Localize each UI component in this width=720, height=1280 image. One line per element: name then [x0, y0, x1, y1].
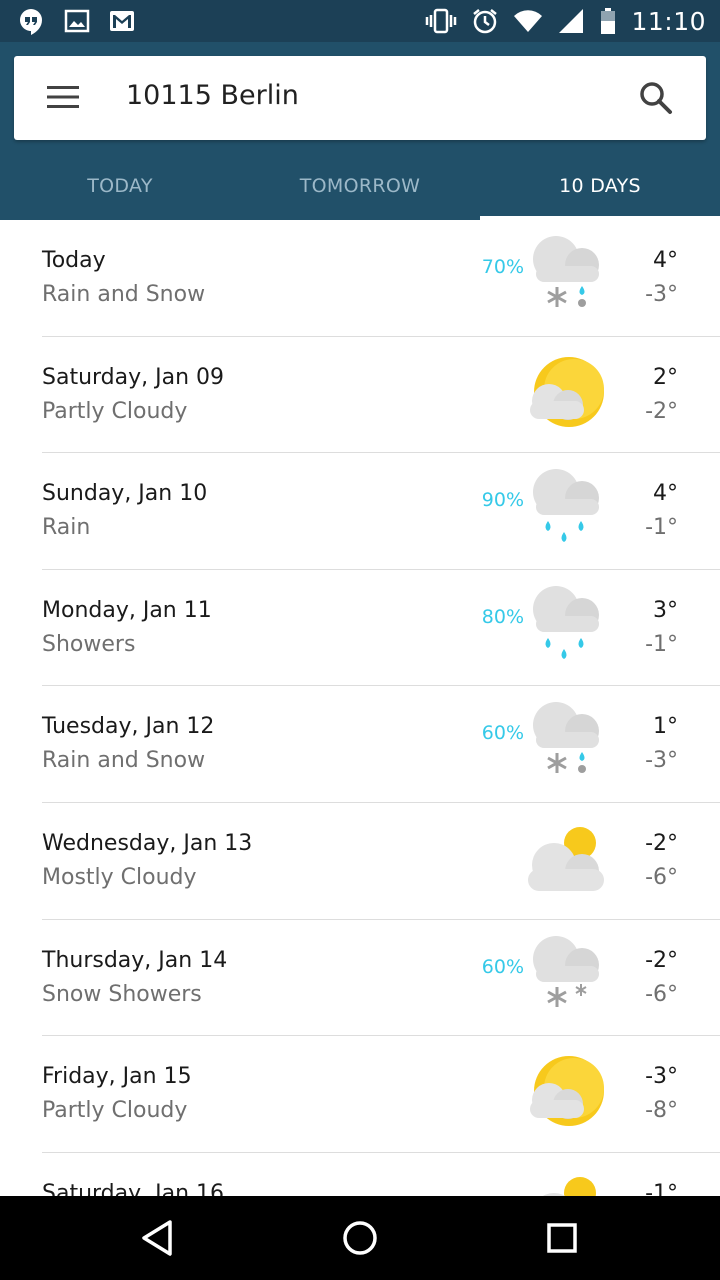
forecast-condition: Snow Showers	[42, 981, 202, 1007]
forecast-day: Tuesday, Jan 12	[42, 714, 215, 740]
low-temp: -8°	[645, 1098, 678, 1124]
forecast-list[interactable]: Today Rain and Snow 70% 4° -3° Saturday,…	[0, 220, 720, 1196]
rain-snow-icon	[533, 236, 599, 307]
forecast-condition: Mostly Cloudy	[42, 864, 197, 890]
tab-tomorrow[interactable]: TOMORROW	[240, 152, 480, 220]
mostly-cloudy-icon	[528, 826, 604, 891]
forecast-row[interactable]: Friday, Jan 15 Partly Cloudy -3° -8°	[0, 1036, 720, 1153]
low-temp: -1°	[645, 631, 678, 657]
forecast-condition: Rain and Snow	[42, 748, 206, 774]
forecast-day: Wednesday, Jan 13	[42, 830, 253, 856]
forecast-day: Saturday, Jan 16	[42, 1180, 225, 1196]
tab-10-days[interactable]: 10 DAYS	[480, 152, 720, 220]
forecast-row[interactable]: Thursday, Jan 14 Snow Showers 60% -2° -6…	[0, 920, 720, 1037]
low-temp: -6°	[645, 981, 678, 1007]
forecast-condition: Partly Cloudy	[42, 398, 188, 424]
tab-label: TOMORROW	[299, 175, 421, 197]
forecast-row[interactable]: Monday, Jan 11 Showers 80% 3° -1°	[0, 570, 720, 687]
navigation-bar	[0, 1196, 720, 1280]
vibrate-icon	[426, 8, 457, 34]
tab-label: 10 DAYS	[559, 175, 641, 197]
forecast-day: Thursday, Jan 14	[42, 947, 228, 973]
battery-icon	[601, 8, 616, 34]
wifi-icon	[514, 10, 543, 32]
low-temp: -3°	[645, 748, 678, 774]
forecast-row[interactable]: Today Rain and Snow 70% 4° -3°	[0, 220, 720, 337]
clock: 11:10	[631, 6, 706, 36]
forecast-condition: Partly Cloudy	[42, 1098, 188, 1124]
low-temp: -6°	[645, 864, 678, 890]
location-search-card[interactable]: 10115 Berlin	[14, 56, 706, 140]
forecast-day: Today	[42, 248, 106, 273]
forecast-condition: Rain and Snow	[42, 282, 206, 307]
high-temp: 4°	[653, 248, 678, 273]
home-circle-icon[interactable]	[338, 1216, 382, 1260]
partly-cloudy-icon	[530, 356, 604, 427]
gmail-icon	[110, 11, 134, 31]
forecast-row[interactable]: Saturday, Jan 16 -1°	[0, 1153, 720, 1196]
location-text[interactable]: 10115 Berlin	[126, 80, 299, 111]
forecast-row[interactable]: Sunday, Jan 10 Rain 90% 4° -1°	[0, 453, 720, 570]
forecast-day: Saturday, Jan 09	[42, 364, 225, 390]
tab-label: TODAY	[87, 175, 153, 197]
high-temp: -2°	[645, 830, 678, 856]
forecast-row[interactable]: Wednesday, Jan 13 Mostly Cloudy -2° -6°	[0, 803, 720, 920]
back-triangle-icon[interactable]	[136, 1216, 180, 1260]
high-temp: -3°	[645, 1064, 678, 1090]
system-icons: 11:10	[425, 6, 706, 36]
forecast-day: Friday, Jan 15	[42, 1064, 192, 1090]
forecast-row[interactable]: Tuesday, Jan 12 Rain and Snow 60% 1° -3°	[0, 686, 720, 803]
forecast-row[interactable]: Saturday, Jan 09 Partly Cloudy 2° -2°	[0, 337, 720, 454]
mostly-cloudy-icon	[542, 1176, 596, 1196]
precip-chance: 60%	[481, 955, 524, 978]
status-bar: 11:10	[0, 0, 720, 42]
low-temp: -2°	[645, 398, 678, 424]
precip-chance: 80%	[481, 605, 524, 628]
hamburger-menu-icon[interactable]	[47, 84, 79, 110]
low-temp: -1°	[645, 515, 678, 541]
forecast-condition: Showers	[42, 631, 136, 657]
high-temp: 2°	[653, 364, 678, 390]
precip-chance: 70%	[481, 256, 524, 278]
precip-chance: 90%	[481, 489, 524, 512]
high-temp: -2°	[645, 947, 678, 973]
partly-cloudy-icon	[530, 1056, 604, 1127]
precip-chance: 60%	[481, 722, 524, 745]
forecast-day: Sunday, Jan 10	[42, 481, 208, 507]
high-temp: 1°	[653, 714, 678, 740]
alarm-icon	[473, 9, 498, 34]
tab-bar: TODAY TOMORROW 10 DAYS	[0, 152, 720, 220]
notification-icons	[16, 6, 136, 36]
showers-icon	[533, 585, 599, 659]
rain-icon	[533, 469, 599, 543]
search-icon[interactable]	[638, 80, 674, 116]
image-icon	[64, 9, 90, 33]
signal-icon	[559, 9, 584, 33]
low-temp: -3°	[645, 282, 678, 307]
recents-square-icon[interactable]	[540, 1216, 584, 1260]
high-temp: 4°	[653, 481, 678, 507]
forecast-day: Monday, Jan 11	[42, 597, 212, 623]
forecast-condition: Rain	[42, 515, 91, 541]
hangouts-icon	[20, 9, 42, 35]
snow-icon	[533, 935, 599, 1007]
high-temp: -1°	[645, 1180, 678, 1196]
app-bar: 10115 Berlin TODAY TOMORROW 10 DAYS	[0, 42, 720, 220]
high-temp: 3°	[653, 597, 678, 623]
tab-today[interactable]: TODAY	[0, 152, 240, 220]
rain-snow-icon	[533, 702, 599, 774]
